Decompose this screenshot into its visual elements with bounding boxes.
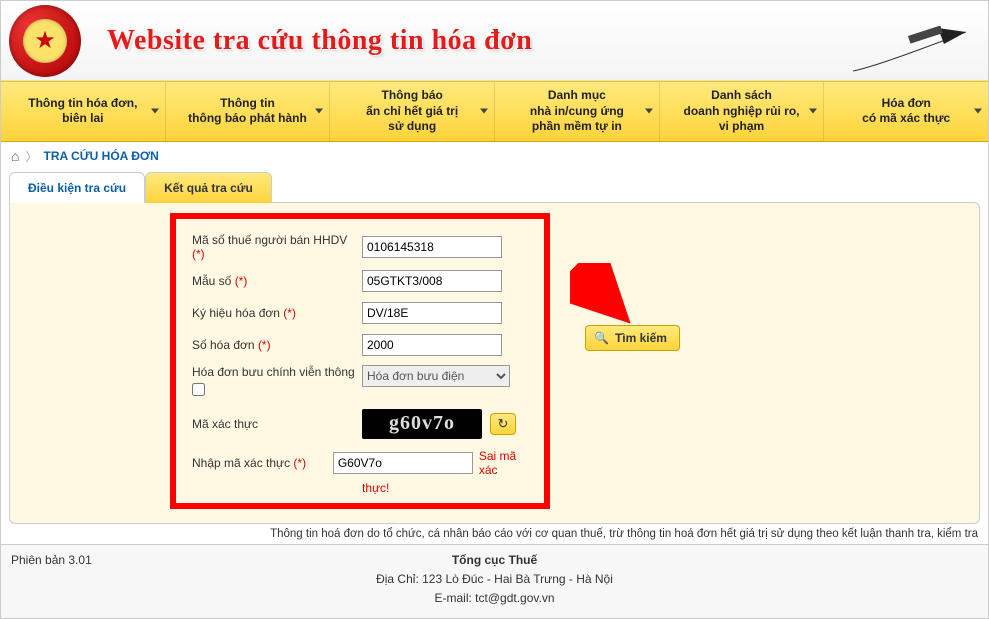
mst-input[interactable] [362, 236, 502, 258]
chevron-down-icon [480, 109, 488, 114]
tab-conditions[interactable]: Điều kiện tra cứu [9, 172, 145, 203]
star-icon: ★ [34, 29, 56, 53]
kyhieu-input[interactable] [362, 302, 502, 324]
header: ★ Website tra cứu thông tin hóa đơn [1, 1, 988, 81]
breadcrumb-current: TRA CỨU HÓA ĐƠN [43, 149, 158, 163]
tab-results[interactable]: Kết quả tra cứu [145, 172, 272, 203]
chevron-down-icon [151, 109, 159, 114]
buudien-select[interactable]: Hóa đơn bưu điện [362, 365, 510, 387]
breadcrumb-sep: 〉 [25, 148, 37, 165]
footer-email: E-mail: tct@gdt.gov.vn [1, 589, 988, 608]
footer: Phiên bản 3.01 Tổng cục Thuế Địa Chỉ: 12… [1, 544, 988, 619]
mauso-label: Mẫu số (*) [192, 274, 362, 288]
footer-version: Phiên bản 3.01 [11, 551, 92, 570]
captcha-input[interactable] [333, 452, 473, 474]
page: ★ Website tra cứu thông tin hóa đơn Thôn… [0, 0, 989, 619]
search-button[interactable]: 🔍 Tìm kiếm [585, 325, 680, 351]
captcha-refresh-button[interactable]: ↻ [490, 413, 516, 435]
tabbar: Điều kiện tra cứu Kết quả tra cứu [9, 171, 980, 202]
chevron-down-icon [809, 109, 817, 114]
mst-label: Mã số thuế người bán HHDV (*) [192, 233, 362, 261]
nav-item-3[interactable]: Danh mục nhà in/cung ứng phần mềm tự in [495, 82, 660, 141]
site-title: Website tra cứu thông tin hóa đơn [107, 25, 532, 57]
captcha-error: Sai mã xác [479, 449, 528, 477]
mauso-input[interactable] [362, 270, 502, 292]
captcha-label: Mã xác thực [192, 417, 362, 431]
kyhieu-label: Ký hiệu hóa đơn (*) [192, 306, 362, 320]
nav-item-2[interactable]: Thông báo ấn chỉ hết giá trị sử dụng [330, 82, 495, 141]
captcha-input-label: Nhập mã xác thực (*) [192, 456, 333, 470]
chevron-down-icon [974, 109, 982, 114]
refresh-icon: ↻ [498, 416, 509, 432]
main-nav: Thông tin hóa đơn, biên lai Thông tin th… [1, 81, 988, 142]
footer-org: Tổng cục Thuế [1, 551, 988, 570]
search-form: Mã số thuế người bán HHDV (*) Mẫu số (*)… [170, 213, 550, 509]
buudien-checkbox[interactable] [192, 383, 205, 396]
sohd-input[interactable] [362, 334, 502, 356]
nav-item-5[interactable]: Hóa đơn có mã xác thực [824, 82, 988, 141]
search-panel: Mã số thuế người bán HHDV (*) Mẫu số (*)… [9, 202, 980, 524]
pen-illustration [848, 26, 968, 76]
tabset: Điều kiện tra cứu Kết quả tra cứu Mã số … [9, 171, 980, 524]
home-icon[interactable]: ⌂ [11, 148, 19, 164]
site-seal: ★ [9, 5, 81, 77]
search-button-label: Tìm kiếm [615, 331, 667, 345]
sohd-label: Số hóa đơn (*) [192, 338, 362, 352]
chevron-down-icon [645, 109, 653, 114]
nav-item-0[interactable]: Thông tin hóa đơn, biên lai [1, 82, 166, 141]
search-icon: 🔍 [594, 331, 609, 345]
footer-address: Địa Chỉ: 123 Lò Đúc - Hai Bà Trưng - Hà … [1, 570, 988, 589]
nav-item-1[interactable]: Thông tin thông báo phát hành [166, 82, 331, 141]
buudien-label: Hóa đơn bưu chính viễn thông [192, 365, 362, 399]
breadcrumb: ⌂ 〉 TRA CỨU HÓA ĐƠN [1, 142, 988, 171]
captcha-error-line2: thực! [362, 481, 528, 495]
chevron-down-icon [315, 109, 323, 114]
footer-note: Thông tin hoá đơn do tổ chức, cá nhân bá… [1, 524, 988, 544]
captcha-image: g60v7o [362, 409, 482, 439]
nav-item-4[interactable]: Danh sách doanh nghiệp rủi ro, vi phạm [660, 82, 825, 141]
